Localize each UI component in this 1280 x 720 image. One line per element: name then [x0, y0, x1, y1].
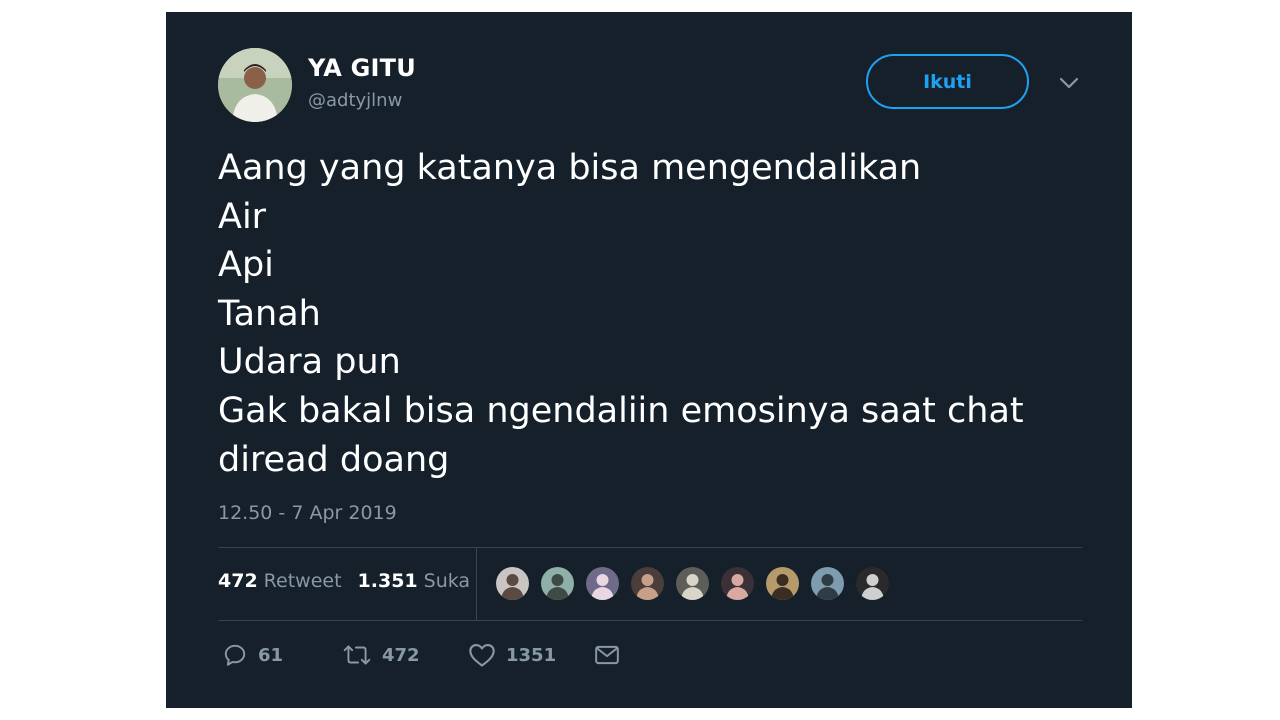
like-stat-label[interactable]: Suka [424, 570, 470, 592]
reply-count: 61 [258, 644, 284, 666]
liker-avatar[interactable] [764, 565, 801, 602]
user-handle[interactable]: @adtyjlnw [308, 90, 402, 111]
tweet-timestamp[interactable]: 12.50 - 7 Apr 2019 [218, 502, 397, 524]
liker-avatars [494, 565, 899, 603]
engagement-stats: 472 Retweet 1.351 Suka [218, 570, 470, 592]
avatar[interactable] [218, 48, 292, 122]
direct-message-button[interactable] [594, 638, 620, 672]
retweet-button[interactable]: 472 [342, 638, 420, 672]
display-name[interactable]: YA GITU [308, 54, 416, 82]
divider [218, 620, 1082, 621]
reply-button[interactable]: 61 [222, 638, 283, 672]
divider [218, 547, 1082, 548]
tweet-text-line: Gak bakal bisa ngendaliin emosinya saat … [218, 390, 1024, 431]
tweet-text-line: diread doang [218, 439, 450, 480]
follow-button[interactable]: Ikuti [866, 54, 1029, 109]
tweet-text-line: Tanah [218, 293, 321, 334]
action-bar: 61 472 1351 [218, 638, 718, 672]
like-button[interactable]: 1351 [468, 638, 556, 672]
tweet-text: Aang yang katanya bisa mengendalikan Air… [218, 144, 1098, 484]
chevron-down-icon[interactable] [1056, 70, 1082, 96]
stats-divider [476, 548, 477, 620]
liker-avatar[interactable] [674, 565, 711, 602]
liker-avatar[interactable] [854, 565, 891, 602]
retweet-count: 472 [382, 644, 420, 666]
tweet-card: YA GITU @adtyjlnw Ikuti Aang yang katany… [166, 12, 1132, 708]
liker-avatar[interactable] [809, 565, 846, 602]
liker-avatar[interactable] [629, 565, 666, 602]
like-count: 1351 [506, 644, 557, 666]
liker-avatar[interactable] [584, 565, 621, 602]
liker-avatar[interactable] [539, 565, 576, 602]
retweet-stat-count[interactable]: 472 [218, 570, 258, 592]
tweet-text-line: Api [218, 245, 274, 286]
like-stat-count[interactable]: 1.351 [358, 570, 418, 592]
heart-icon [468, 642, 496, 668]
tweet-text-line: Air [218, 196, 267, 237]
envelope-icon [594, 644, 620, 666]
reply-icon [222, 642, 248, 668]
tweet-text-line: Udara pun [218, 342, 401, 383]
liker-avatar[interactable] [719, 565, 756, 602]
retweet-stat-label[interactable]: Retweet [264, 570, 342, 592]
liker-avatar[interactable] [494, 565, 531, 602]
retweet-icon [342, 642, 372, 668]
tweet-text-line: Aang yang katanya bisa mengendalikan [218, 148, 922, 188]
